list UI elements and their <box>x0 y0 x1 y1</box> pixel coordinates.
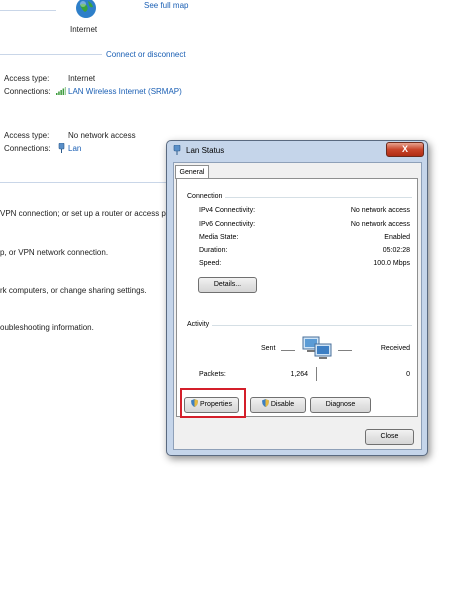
details-button[interactable]: Details... <box>198 277 257 293</box>
wireless-signal-icon <box>56 87 66 95</box>
close-window-button[interactable]: X <box>386 142 424 157</box>
shield-icon <box>261 399 269 407</box>
connections-label: Connections: <box>4 144 51 153</box>
access-type-label: Access type: <box>4 74 50 83</box>
ipv4-connectivity-value: No network access <box>350 207 410 214</box>
access-type-value: No network access <box>68 131 136 140</box>
general-tab-panel: Connection IPv4 Connectivity: No network… <box>176 178 418 417</box>
properties-highlight-box <box>180 388 246 418</box>
lan-connection-link[interactable]: Lan <box>68 144 81 153</box>
settings-divider-line <box>0 182 168 183</box>
disable-button-label: Disable <box>270 401 295 408</box>
packets-sent-value: 1,264 <box>290 371 308 378</box>
activity-group-label: Activity <box>187 321 213 328</box>
wireless-connection-link[interactable]: LAN Wireless Internet (SRMAP) <box>68 87 182 96</box>
media-state-label: Media State: <box>199 234 239 241</box>
setup-connection-description: VPN connection; or set up a router or ac… <box>0 209 166 218</box>
received-dash <box>338 350 352 351</box>
access-type-label: Access type: <box>4 131 50 140</box>
media-state-value: Enabled <box>384 234 410 241</box>
globe-icon <box>76 0 96 18</box>
activity-group-line <box>187 325 412 326</box>
troubleshoot-description: oubleshooting information. <box>0 323 94 332</box>
ethernet-icon <box>58 143 65 153</box>
packets-received-value: 0 <box>406 371 410 378</box>
network-computers-icon <box>302 336 332 359</box>
sent-label: Sent <box>261 345 276 352</box>
ethernet-icon <box>173 145 181 155</box>
speed-value: 100.0 Mbps <box>373 260 410 267</box>
packets-label: Packets: <box>199 371 226 378</box>
internet-label: Internet <box>70 25 98 34</box>
dialog-title: Lan Status <box>186 146 225 155</box>
sharing-options-description: rk computers, or change sharing settings… <box>0 286 147 295</box>
packets-divider <box>316 367 317 381</box>
received-label: Received <box>380 345 410 352</box>
connection-group-label: Connection <box>187 193 226 200</box>
duration-value: 05:02:28 <box>382 247 410 254</box>
disable-button[interactable]: Disable <box>250 397 306 413</box>
connect-to-network-description: p, or VPN network connection. <box>0 248 109 257</box>
connections-label: Connections: <box>4 87 51 96</box>
speed-label: Speed: <box>199 260 222 267</box>
see-full-map-link[interactable]: See full map <box>144 1 188 10</box>
connect-divider-line <box>0 54 102 55</box>
duration-label: Duration: <box>199 247 228 254</box>
ipv6-connectivity-value: No network access <box>350 221 410 228</box>
map-divider-line <box>0 10 56 11</box>
close-button[interactable]: Close <box>365 429 414 445</box>
access-type-value: Internet <box>68 74 96 83</box>
sent-dash <box>281 350 295 351</box>
ipv4-connectivity-label: IPv4 Connectivity: <box>199 207 256 214</box>
ipv6-connectivity-label: IPv6 Connectivity: <box>199 221 256 228</box>
diagnose-button[interactable]: Diagnose <box>310 397 371 413</box>
tab-general[interactable]: General <box>175 165 209 179</box>
connect-or-disconnect-link[interactable]: Connect or disconnect <box>106 50 186 59</box>
